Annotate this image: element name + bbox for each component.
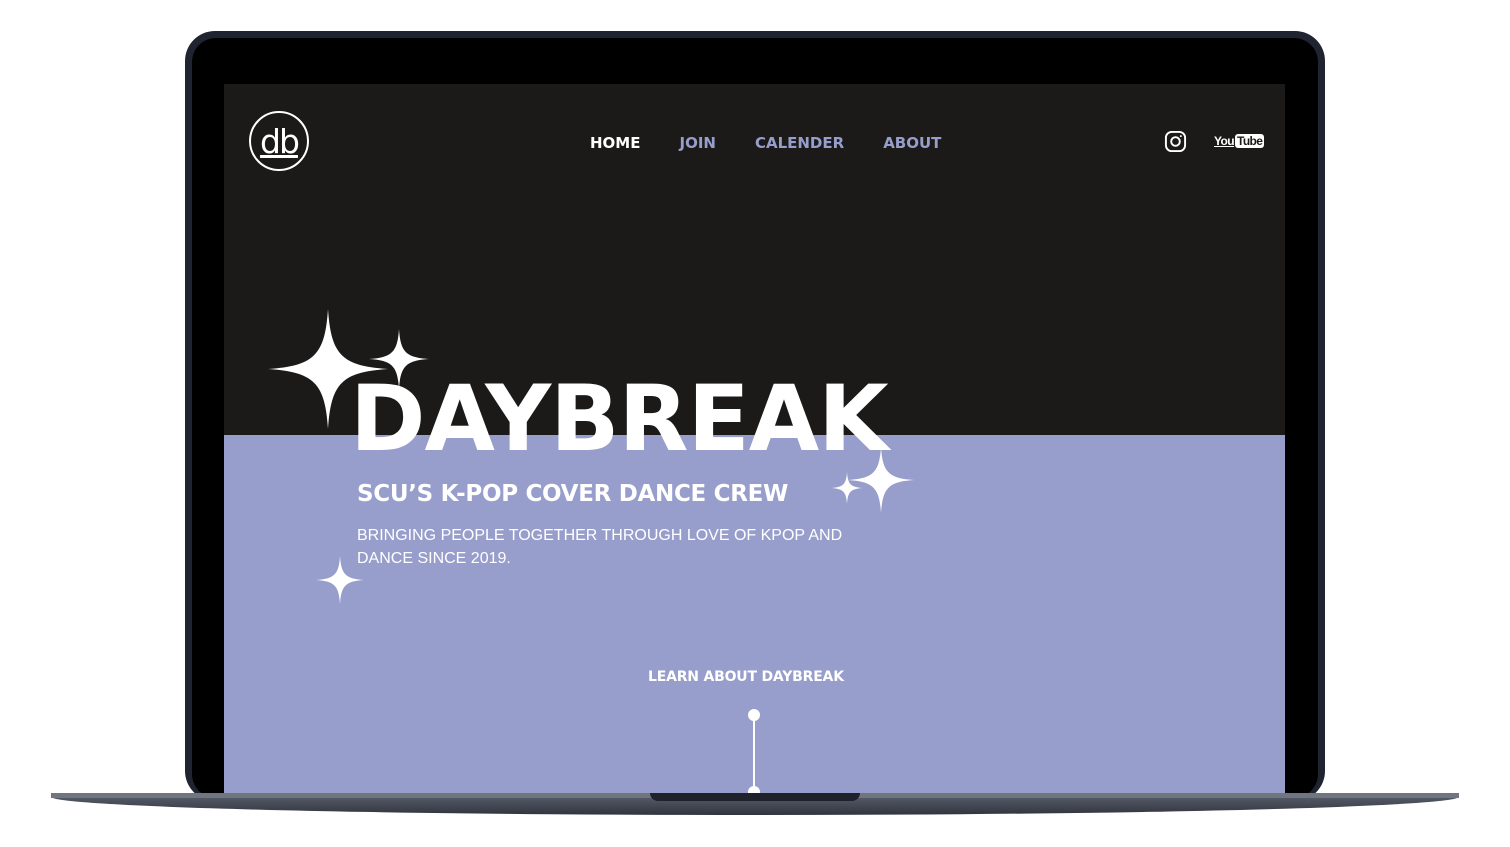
lower-sparkle-icon xyxy=(316,556,364,604)
learn-about-link[interactable]: LEARN ABOUT DAYBREAK xyxy=(648,669,844,685)
youtube-tube-text: Tube xyxy=(1234,134,1265,148)
youtube-you-text: You xyxy=(1214,134,1235,148)
title-small-sparkle-icon xyxy=(831,472,863,504)
logo-text: db xyxy=(260,121,300,161)
nav-calender[interactable]: CALENDER xyxy=(755,134,844,152)
hero-tagline: BRINGING PEOPLE TOGETHER THROUGH LOVE OF… xyxy=(357,527,843,567)
nav-about[interactable]: ABOUT xyxy=(883,134,941,152)
laptop-notch xyxy=(650,793,860,801)
nav-join[interactable]: JOIN xyxy=(679,134,715,152)
main-nav: HOME JOIN CALENDER ABOUT xyxy=(590,134,941,152)
scroll-down-icon[interactable] xyxy=(747,708,761,793)
instagram-icon[interactable] xyxy=(1164,130,1187,153)
nav-home[interactable]: HOME xyxy=(590,134,640,152)
youtube-icon[interactable]: You Tube xyxy=(1214,134,1265,148)
hero-subtitle: SCU’S K-POP COVER DANCE CREW xyxy=(357,481,789,507)
website-screen: db HOME JOIN CALENDER ABOUT You Tube DAYB… xyxy=(224,84,1285,793)
logo[interactable]: db xyxy=(249,111,309,171)
hero-title: DAYBREAK xyxy=(350,367,889,472)
